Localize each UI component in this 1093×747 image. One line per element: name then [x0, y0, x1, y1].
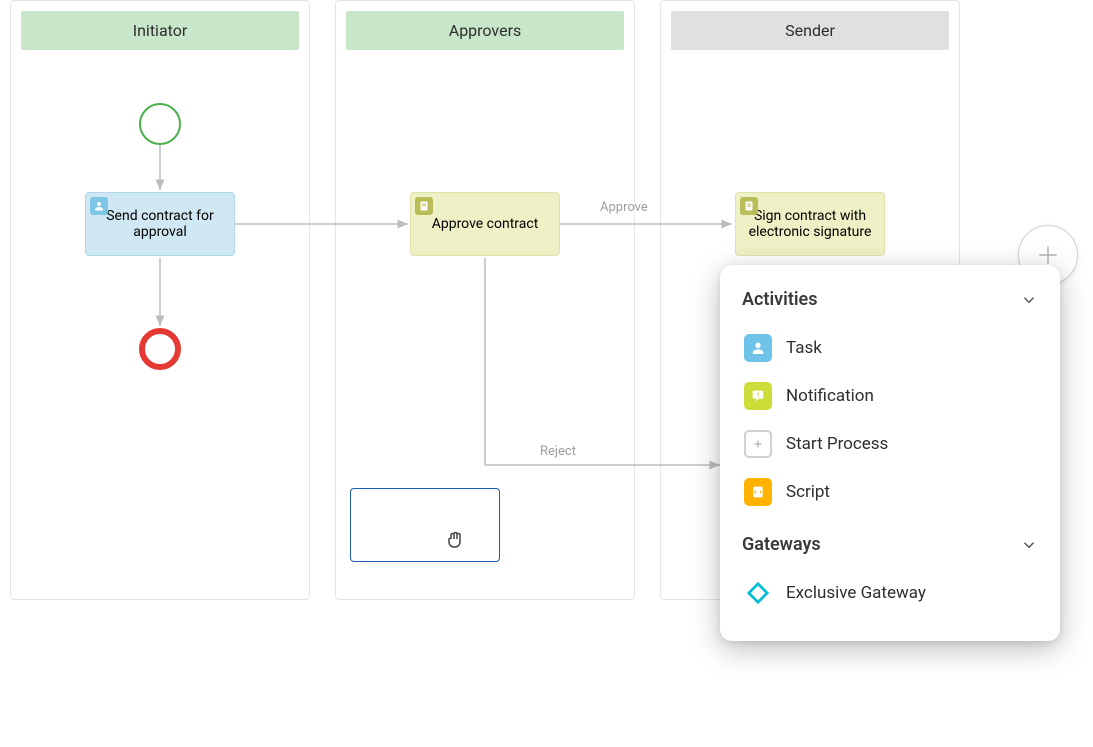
- panel-item-task[interactable]: Task: [742, 324, 1038, 372]
- flow-label-reject: Reject: [540, 444, 576, 459]
- flow-label-approve: Approve: [600, 200, 648, 215]
- section-header-gateways[interactable]: Gateways: [742, 534, 1038, 555]
- task-label: Send contract for approval: [96, 208, 224, 240]
- chevron-down-icon: [1020, 536, 1038, 554]
- lane-header-sender: Sender: [671, 11, 949, 50]
- section-header-activities[interactable]: Activities: [742, 289, 1038, 310]
- end-event[interactable]: [139, 328, 181, 370]
- start-event[interactable]: [139, 103, 181, 145]
- task-label: Approve contract: [432, 216, 539, 232]
- panel-item-label: Exclusive Gateway: [786, 583, 926, 603]
- script-icon: [744, 478, 772, 506]
- task-icon: [744, 334, 772, 362]
- section-title: Gateways: [742, 534, 821, 555]
- start-process-icon: [744, 430, 772, 458]
- lane-initiator: Initiator: [10, 0, 310, 600]
- panel-item-notification[interactable]: Notification: [742, 372, 1038, 420]
- task-sign-contract[interactable]: Sign contract with electronic signature: [735, 192, 885, 256]
- section-title: Activities: [742, 289, 817, 310]
- user-task-icon: [90, 197, 108, 215]
- lane-header-approvers: Approvers: [346, 11, 624, 50]
- task-send-contract[interactable]: Send contract for approval: [85, 192, 235, 256]
- task-approve-contract[interactable]: Approve contract: [410, 192, 560, 256]
- panel-item-label: Script: [786, 482, 830, 502]
- panel-item-label: Start Process: [786, 434, 888, 454]
- task-label: Sign contract with electronic signature: [746, 208, 874, 240]
- document-task-icon: [415, 197, 433, 215]
- panel-item-script[interactable]: Script: [742, 468, 1038, 516]
- notification-icon: [744, 382, 772, 410]
- panel-item-exclusive-gateway[interactable]: Exclusive Gateway: [742, 569, 1038, 617]
- elements-panel: Activities Task Notification Start Proce…: [720, 265, 1060, 641]
- document-task-icon: [740, 197, 758, 215]
- panel-item-label: Notification: [786, 386, 874, 406]
- chevron-down-icon: [1020, 291, 1038, 309]
- lane-header-initiator: Initiator: [21, 11, 299, 50]
- panel-item-label: Task: [786, 338, 822, 358]
- exclusive-gateway-icon: [744, 579, 772, 607]
- placeholder-task[interactable]: [350, 488, 500, 562]
- panel-item-start-process[interactable]: Start Process: [742, 420, 1038, 468]
